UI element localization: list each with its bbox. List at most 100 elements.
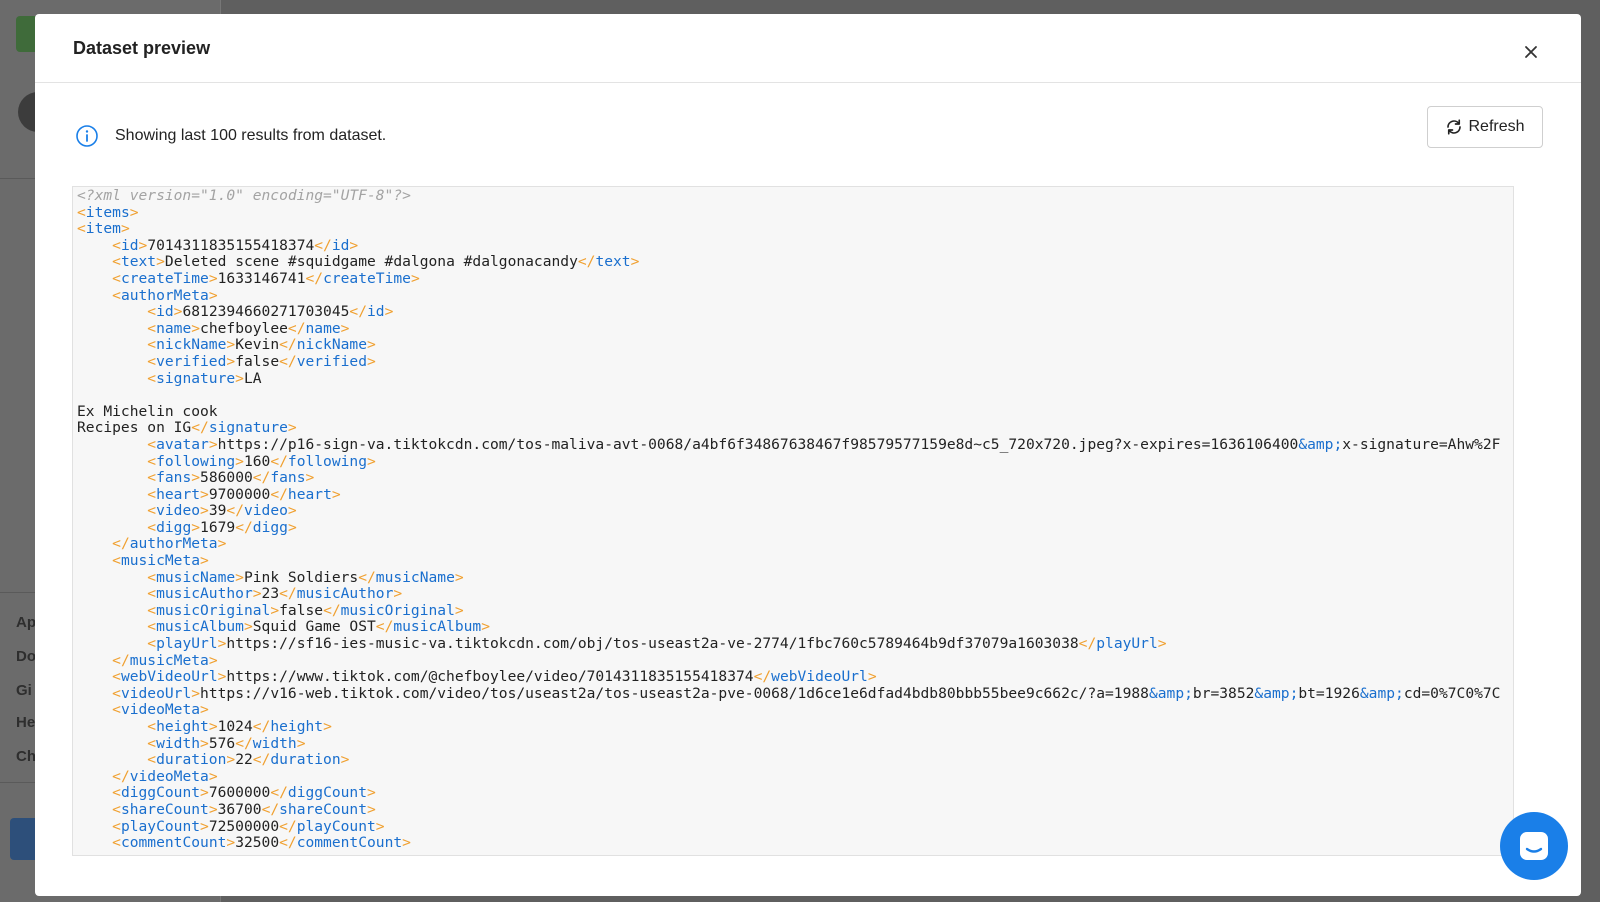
tag-bracket: > [200,784,209,802]
tag-name: shareCount [120,800,209,818]
tag-bracket: > [200,701,209,719]
code-line: <musicAuthor>23</musicAuthor> [77,585,402,602]
text-value [77,685,112,702]
text-value: Kevin [235,336,280,354]
tag-bracket: > [208,800,218,818]
tag-name: nickName [156,336,227,354]
text-value: Pink Soldiers [243,568,359,586]
chat-icon [1520,832,1548,860]
xml-entity: &amp; [1298,435,1343,453]
tag-name: videoUrl [120,684,192,702]
text-value: https://v16-web.tiktok.com/video/tos/use… [200,684,1149,702]
tag-bracket: > [367,336,376,354]
text-value: 1024 [217,718,253,735]
tag-bracket: > [191,518,201,536]
text-value [77,303,147,320]
tag-bracket: > [200,485,209,503]
tag-name: item [85,220,121,238]
refresh-button[interactable]: Refresh [1427,106,1543,148]
tag-bracket: > [200,817,209,835]
tag-bracket: < [77,203,86,221]
text-value: 586000 [200,469,253,487]
tag-bracket: > [226,352,236,370]
xml-entity: &amp; [1148,684,1193,702]
text-value [77,602,147,619]
text-value [77,502,147,519]
tag-bracket: </ [235,518,253,536]
close-button[interactable] [1519,40,1543,64]
text-value [77,287,112,304]
refresh-label: Refresh [1468,118,1525,135]
tag-name: id [331,236,350,254]
tag-name: digg [252,518,288,536]
tag-bracket: > [191,684,201,702]
tag-bracket: </ [261,800,280,818]
tag-name: signature [208,419,288,437]
tag-bracket: </ [112,535,130,553]
text-value [77,237,112,254]
tag-bracket: > [367,800,376,818]
modal-header: Dataset preview [35,14,1581,83]
tag-name: musicMeta [129,651,209,669]
code-line: <playCount>72500000</playCount> [77,817,385,835]
code-line: <musicAlbum>Squid Game OST</musicAlbum> [77,618,490,636]
chat-button[interactable] [1500,812,1568,880]
tag-bracket: > [367,352,376,370]
tag-bracket: </ [305,269,324,287]
tag-name: height [270,718,324,735]
tag-name: id [156,303,174,321]
tag-name: musicName [156,568,236,586]
xml-preview[interactable]: <?xml version="1.0" encoding="UTF-8"?> <… [72,186,1514,856]
background-nav-item: Ap [16,614,36,631]
code-line: <videoMeta> [77,701,209,719]
tag-bracket: > [340,751,350,769]
tag-bracket: </ [375,618,394,636]
tag-bracket: < [112,701,121,719]
tag-bracket: > [402,834,411,852]
code-line: <musicMeta> [77,552,209,569]
tag-bracket: > [867,668,877,686]
text-value: x-signature=Ahw%2F [1342,435,1501,453]
text-value [77,320,147,337]
tag-bracket: > [208,651,218,669]
tag-bracket: > [235,568,244,586]
tag-bracket: > [226,336,236,354]
tag-bracket: > [235,369,244,387]
tag-bracket: > [235,452,244,470]
code-line: <following>160</following> [77,452,375,470]
tag-bracket: > [367,784,376,802]
tag-bracket: > [384,303,394,321]
text-value [77,735,147,752]
tag-bracket: < [77,220,86,238]
text-value: false [235,352,280,370]
tag-bracket: < [112,817,121,835]
text-value: bt=1926 [1298,684,1360,702]
tag-name: text [120,253,157,271]
tag-name: fans [156,469,192,487]
tag-bracket: > [375,817,385,835]
code-line: <video>39</video> [77,502,296,519]
text-value: Deleted scene #squidgame #dalgona #dalgo… [164,253,578,271]
tag-bracket: < [112,236,121,254]
tag-bracket: </ [252,718,271,735]
text-value [77,370,147,387]
tag-bracket: < [147,518,157,536]
tag-bracket: > [410,269,420,287]
tag-bracket: > [120,220,130,238]
text-value: 23 [261,585,280,603]
tag-bracket: > [156,253,165,271]
text-value: 72500000 [208,817,280,835]
tag-bracket: > [191,469,201,487]
code-line: <text>Deleted scene #squidgame #dalgona … [77,253,639,271]
text-value: 576 [208,734,236,752]
code-line: </videoMeta> [77,767,217,785]
tag-name: videoMeta [129,767,209,785]
text-value [77,784,112,801]
tag-bracket: < [147,568,157,586]
tag-name: width [156,734,201,752]
tag-bracket: < [112,800,121,818]
code-line: <?xml version="1.0" encoding="UTF-8"?> [77,187,411,204]
tag-bracket: < [147,601,157,619]
tag-bracket: </ [358,568,376,586]
tag-bracket: > [200,552,209,570]
